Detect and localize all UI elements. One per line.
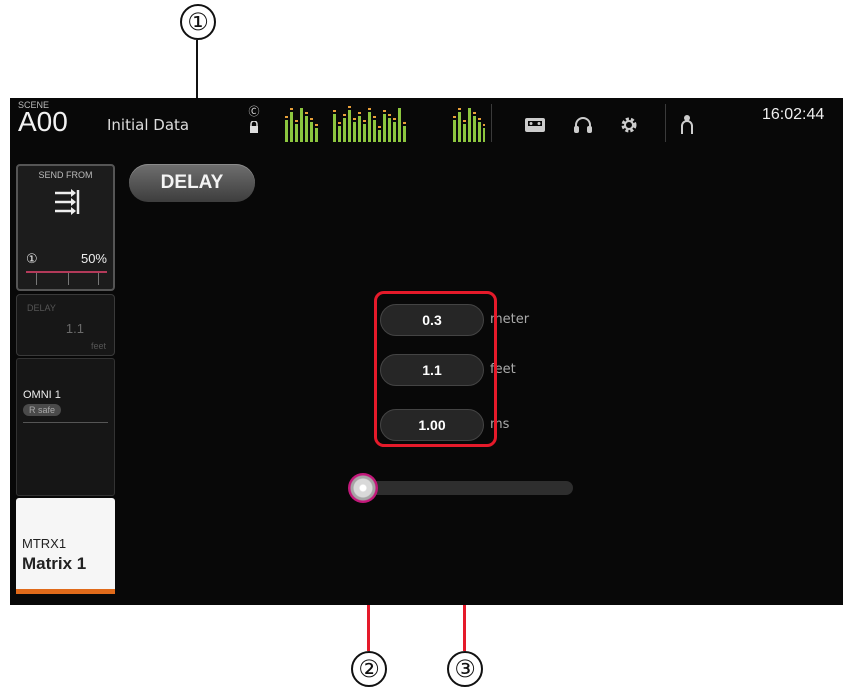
meter-bar [285,120,288,142]
send-from-title: SEND FROM [38,170,93,180]
channel-name: Matrix 1 [22,554,87,573]
meter-peak [368,108,371,110]
meter-bar [343,118,346,142]
callout-1: ① [180,4,216,40]
meter-peak [373,116,376,118]
meter-bar [383,114,386,142]
meter-bar [393,122,396,142]
meter-bar [468,108,471,142]
meter-peak [343,114,346,116]
delay-cell-label: DELAY [27,303,56,313]
setup-gear-icon[interactable] [616,112,642,138]
meter-peak [363,120,366,122]
meter-bar [333,114,336,142]
send-level-row: ① 50% [26,251,107,267]
header-divider [491,104,492,142]
meter-peak [383,110,386,112]
meter-bar [368,112,371,142]
meter-bar [363,124,366,142]
meter-peak [338,122,341,124]
meter-bar [388,118,391,142]
status-indicators: Ⓒ [247,106,261,137]
header-divider-2 [665,104,666,142]
meter-peak [290,108,293,110]
meter-bar [290,112,293,142]
channel-color-bar [16,589,115,594]
meter-bar [315,128,318,142]
meter-peak [358,112,361,114]
meter-bar [305,116,308,142]
meter-bar [473,116,476,142]
output-port-cell[interactable]: OMNI 1 R safe [16,358,115,496]
meter-peak [453,116,456,118]
send-level-tick [98,273,99,285]
output-port-name: OMNI 1 [23,389,61,401]
meter-peak [483,124,485,126]
level-meters[interactable] [285,106,485,142]
meter-bar [458,112,461,142]
callout-3: ③ [447,651,483,687]
recorder-icon[interactable] [522,112,548,138]
send-from-icon [55,189,80,215]
send-level-bar [26,271,107,273]
meter-peak [378,126,381,128]
callout-2: ② [351,651,387,687]
port-divider [23,422,108,423]
clock: 16:02:44 [762,106,825,123]
meter-bar [300,108,303,142]
meter-peak [458,108,461,110]
touch-screen: SCENE A00 Initial Data Ⓒ 16:02:44 SEND F… [10,98,843,605]
meter-bar [398,108,401,142]
meter-peak [285,116,288,118]
meter-bar [483,128,485,142]
send-level-tick [68,273,69,285]
send-from-panel[interactable]: SEND FROM ① 50% [16,164,115,291]
scene-number[interactable]: A00 [18,106,68,138]
meter-bar [453,120,456,142]
meter-peak [353,118,356,120]
meter-bar [310,122,313,142]
meter-bar [353,122,356,142]
meter-bar [378,130,381,142]
meter-peak [463,120,466,122]
meter-peak [473,112,476,114]
meter-peak [333,110,336,112]
scene-name[interactable]: Initial Data [107,116,189,134]
delay-cell-value: 1.1 [65,321,84,336]
meter-bar [338,126,341,142]
delay-cell-unit: feet [90,341,106,351]
value-highlight-box [374,291,497,447]
send-level-value: 50% [80,251,107,266]
delay-button[interactable]: DELAY [129,164,255,202]
meter-bar [403,126,406,142]
send-level-icon: ① [26,251,38,266]
meter-peak [315,124,318,126]
send-level-tick [36,273,37,285]
delay-slider-knob[interactable] [348,473,378,503]
delay-cell[interactable]: DELAY 1.1 feet [16,294,115,356]
meter-bar [478,122,481,142]
recall-safe-badge: R safe [23,404,62,416]
meter-peak [393,118,396,120]
meter-peak [295,120,298,122]
meter-bar [463,124,466,142]
meter-peak [388,114,391,116]
meter-bar [373,120,376,142]
channel-id: MTRX1 [22,536,67,551]
meter-peak [310,118,313,120]
lock-icon[interactable] [249,120,259,137]
meter-bar [348,110,351,142]
meter-bar [295,124,298,142]
meter-bar [358,116,361,142]
headphones-icon[interactable] [570,112,596,138]
delay-slider-track[interactable] [362,481,573,495]
channel-name-cell[interactable]: MTRX1 Matrix 1 [16,498,115,594]
custom-fader-icon: Ⓒ [248,106,260,118]
meter-peak [305,112,308,114]
user-icon[interactable] [674,112,700,138]
meter-peak [478,118,481,120]
meter-peak [348,106,351,108]
meter-peak [403,122,406,124]
